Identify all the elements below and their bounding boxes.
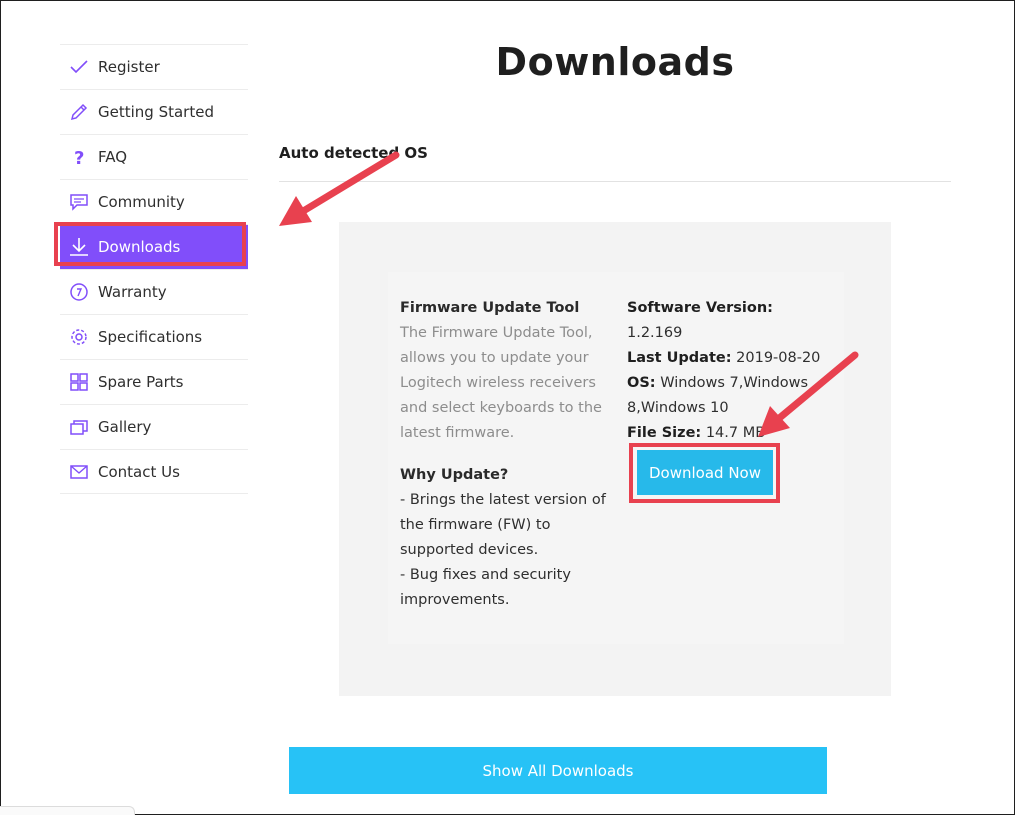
os-info: OS: Windows 7,Windows: [627, 371, 827, 396]
highlight-box: [54, 222, 246, 266]
sidebar-item-contact-us[interactable]: Contact Us: [60, 449, 248, 494]
sidebar-item-label: Community: [98, 193, 185, 211]
why-update-line: - Bug fixes and security: [400, 567, 571, 583]
tool-info: Firmware Update Tool The Firmware Update…: [400, 296, 610, 613]
gear-icon: [68, 326, 90, 348]
sidebar-item-faq[interactable]: ? FAQ: [60, 134, 248, 179]
sidebar-item-spare-parts[interactable]: Spare Parts: [60, 359, 248, 404]
sidebar-item-label: Spare Parts: [98, 373, 184, 391]
why-update-heading: Why Update?: [400, 467, 509, 483]
os-value-continued: 8,Windows 10: [627, 400, 729, 416]
sidebar-item-community[interactable]: Community: [60, 179, 248, 224]
tool-description-line: latest firmware.: [400, 425, 515, 441]
page-title: Downloads: [495, 40, 735, 84]
envelope-icon: [68, 461, 90, 483]
why-update-line: the firmware (FW) to: [400, 517, 551, 533]
sidebar-item-downloads[interactable]: Downloads: [54, 222, 248, 269]
divider: [279, 181, 951, 182]
sidebar-item-specifications[interactable]: Specifications: [60, 314, 248, 359]
corner-tab: [0, 806, 135, 815]
chat-bubble-icon: [68, 191, 90, 213]
os-value: Windows 7,Windows: [660, 375, 809, 391]
why-update-line: supported devices.: [400, 542, 539, 558]
tool-name: Firmware Update Tool: [400, 300, 580, 316]
file-size-value: 14.7 MB: [705, 425, 766, 441]
software-version: Software Version: 1.2.169: [627, 296, 827, 346]
software-version-value: 1.2.169: [627, 325, 683, 341]
last-update: Last Update: 2019-08-20: [627, 346, 827, 371]
why-update-line: - Brings the latest version of: [400, 492, 606, 508]
grid-icon: [68, 371, 90, 393]
tool-description-line: Logitech wireless receivers: [400, 375, 596, 391]
svg-text:?: ?: [74, 148, 84, 167]
question-mark-icon: ?: [68, 146, 90, 168]
show-all-downloads-button[interactable]: Show All Downloads: [289, 747, 827, 794]
sidebar-item-warranty[interactable]: Warranty: [60, 269, 248, 314]
sidebar-item-getting-started[interactable]: Getting Started: [60, 89, 248, 134]
tool-description-line: allows you to update your: [400, 350, 589, 366]
software-version-label: Software Version:: [627, 300, 773, 316]
os-detected-label: Auto detected OS: [279, 144, 428, 162]
sidebar-item-label: FAQ: [98, 148, 128, 166]
last-update-value: 2019-08-20: [736, 350, 821, 366]
sidebar-nav: Register Getting Started ? FAQ Community…: [54, 44, 248, 494]
tool-description-line: and select keyboards to the: [400, 400, 602, 416]
software-details: Software Version: 1.2.169 Last Update: 2…: [627, 296, 827, 446]
sidebar-item-gallery[interactable]: Gallery: [60, 404, 248, 449]
gallery-icon: [68, 416, 90, 438]
tool-description-line: The Firmware Update Tool,: [400, 325, 593, 341]
os-label: OS:: [627, 375, 656, 391]
download-now-button[interactable]: Download Now: [637, 450, 773, 495]
sidebar-item-label: Contact Us: [98, 462, 180, 481]
sidebar-item-label: Warranty: [98, 283, 167, 301]
file-size-label: File Size:: [627, 425, 702, 441]
pencil-icon: [68, 101, 90, 123]
sidebar-item-label: Gallery: [98, 418, 152, 436]
last-update-label: Last Update:: [627, 350, 732, 366]
why-update-line: improvements.: [400, 592, 510, 608]
warranty-icon: [68, 281, 90, 303]
sidebar-item-label: Specifications: [98, 328, 203, 346]
sidebar-item-label: Getting Started: [98, 103, 214, 121]
